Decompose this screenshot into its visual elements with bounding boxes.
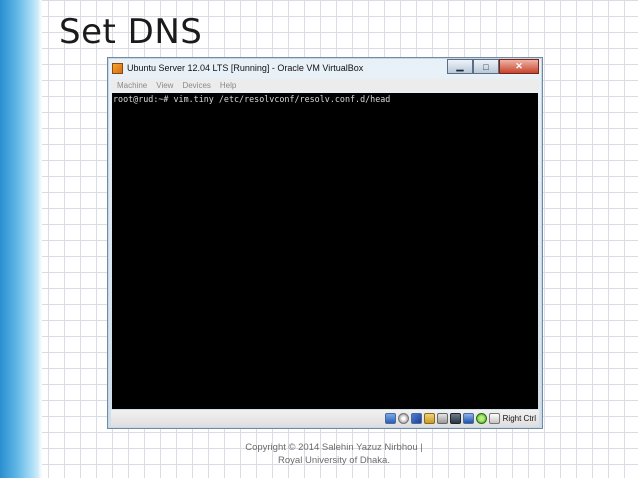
host-key-label: Right Ctrl: [502, 414, 536, 423]
network-icon[interactable]: [436, 413, 448, 424]
menu-machine[interactable]: Machine: [117, 81, 147, 90]
menu-view[interactable]: View: [156, 81, 173, 90]
maximize-button[interactable]: □: [473, 59, 499, 74]
slide-title: Set DNS: [59, 12, 203, 52]
menu-bar: Machine View Devices Help: [111, 79, 539, 92]
copyright-footer: Copyright © 2014 Salehin Yazuz Nirbhou |…: [200, 441, 468, 467]
optical-drive-icon[interactable]: [397, 413, 409, 424]
virtualbox-icon[interactable]: [462, 413, 474, 424]
console-command-line: root@rud:~# vim.tiny /etc/resolvconf/res…: [113, 94, 391, 104]
display-icon[interactable]: [449, 413, 461, 424]
mouse-capture-icon[interactable]: [475, 413, 487, 424]
shared-folder-icon[interactable]: [423, 413, 435, 424]
virtualbox-app-icon: [112, 62, 123, 74]
usb-icon[interactable]: [410, 413, 422, 424]
mouse-integration-icon[interactable]: [488, 413, 500, 424]
close-button[interactable]: ✕: [499, 59, 539, 74]
left-accent-stripe: [0, 0, 42, 478]
vm-status-bar: Right Ctrl: [111, 410, 539, 427]
vm-console-screen[interactable]: root@rud:~# vim.tiny /etc/resolvconf/res…: [112, 93, 538, 409]
window-title: Ubuntu Server 12.04 LTS [Running] - Orac…: [127, 63, 364, 73]
hard-disk-icon[interactable]: [384, 413, 396, 424]
copyright-line-2: Royal University of Dhaka.: [278, 455, 390, 466]
menu-help[interactable]: Help: [220, 81, 236, 90]
menu-devices[interactable]: Devices: [182, 81, 210, 90]
copyright-line-1: Copyright © 2014 Salehin Yazuz Nirbhou |: [245, 442, 423, 453]
window-controls: ▁ □ ✕: [447, 59, 539, 74]
virtualbox-window: Ubuntu Server 12.04 LTS [Running] - Orac…: [107, 57, 543, 429]
window-titlebar[interactable]: Ubuntu Server 12.04 LTS [Running] - Orac…: [108, 58, 542, 78]
minimize-button[interactable]: ▁: [447, 59, 473, 74]
